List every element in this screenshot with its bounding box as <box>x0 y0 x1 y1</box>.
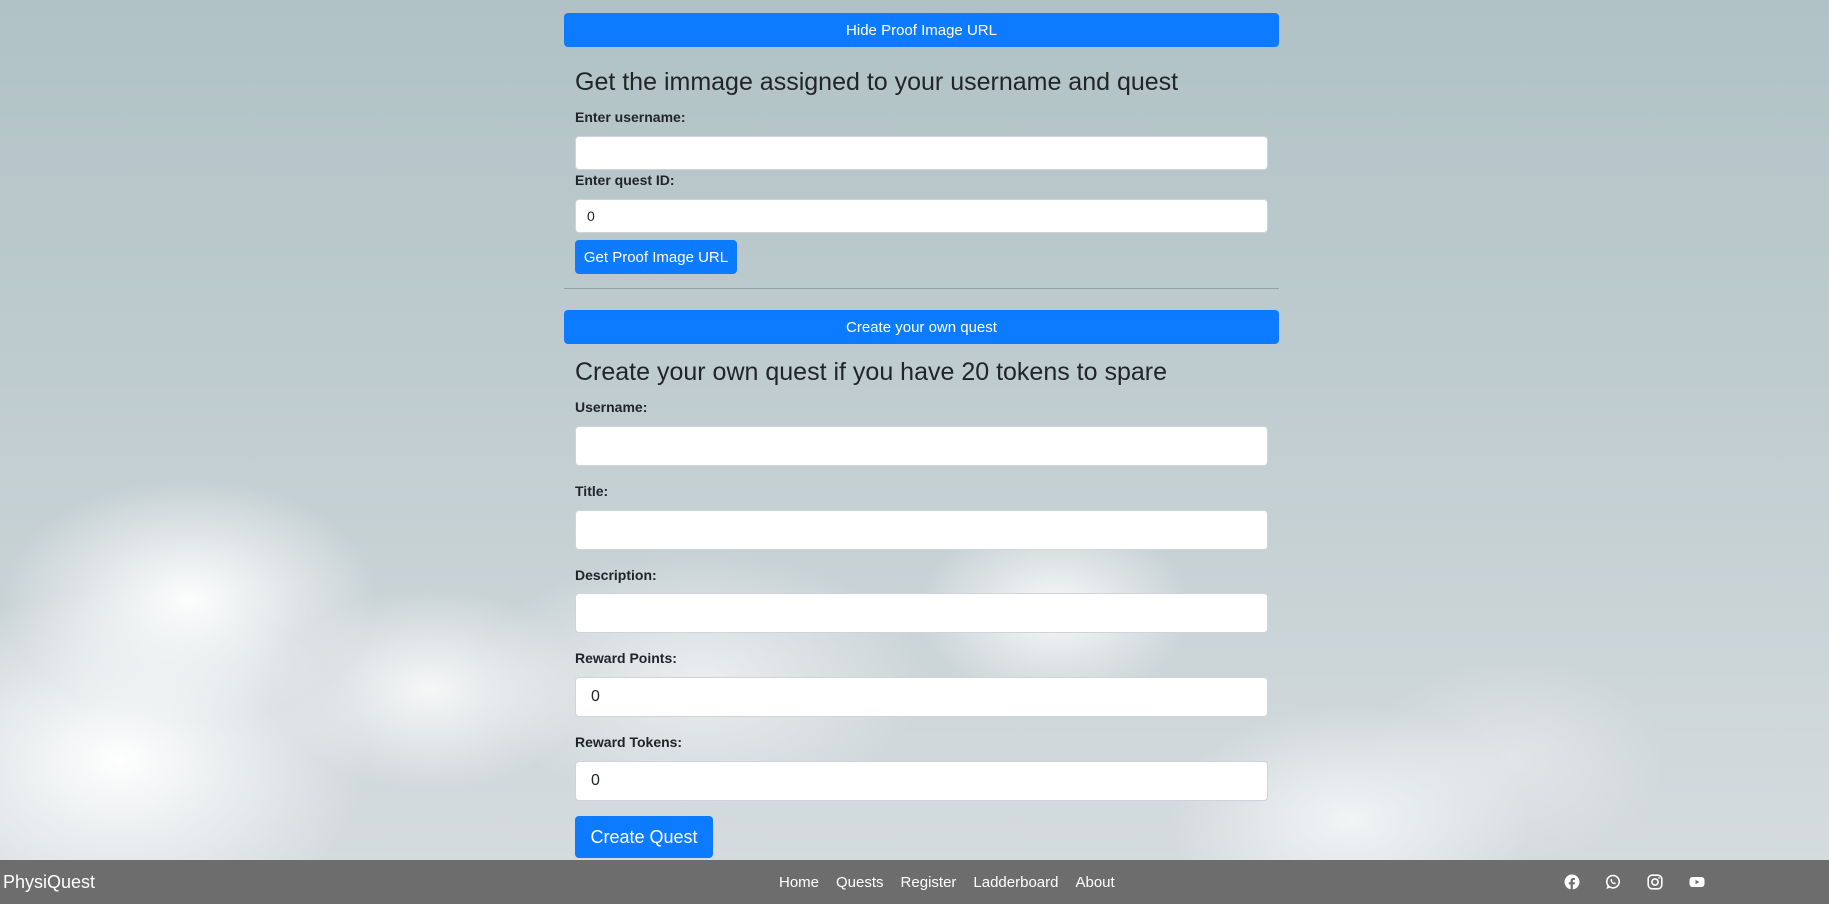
reward-tokens-input[interactable] <box>575 761 1268 801</box>
footer-link-ladderboard[interactable]: Ladderboard <box>973 874 1058 891</box>
footer-link-about[interactable]: About <box>1075 874 1114 891</box>
youtube-icon[interactable] <box>1685 860 1709 904</box>
facebook-icon[interactable] <box>1560 860 1584 904</box>
brand-logo-link[interactable]: PhysiQuest <box>3 860 95 904</box>
get-proof-image-url-button[interactable]: Get Proof Image URL <box>575 240 737 274</box>
reward-points-input[interactable] <box>575 677 1268 717</box>
reward-points-label: Reward Points: <box>575 650 677 666</box>
description-label: Description: <box>575 567 657 583</box>
create-your-own-quest-button[interactable]: Create your own quest <box>564 310 1279 344</box>
footer-link-quests[interactable]: Quests <box>836 874 884 891</box>
footer-link-register[interactable]: Register <box>901 874 957 891</box>
main-content: Hide Proof Image URL Get the immage assi… <box>564 0 1279 860</box>
proof-username-input[interactable] <box>575 136 1268 170</box>
proof-section-title: Get the immage assigned to your username… <box>575 68 1179 96</box>
username-label: Username: <box>575 399 648 415</box>
footer-link-home[interactable]: Home <box>779 874 819 891</box>
hide-proof-image-url-button[interactable]: Hide Proof Image URL <box>564 13 1279 47</box>
enter-username-label: Enter username: <box>575 109 686 125</box>
footer-nav: Home Quests Register Ladderboard About <box>779 860 1132 904</box>
instagram-icon[interactable] <box>1643 860 1667 904</box>
reward-tokens-label: Reward Tokens: <box>575 734 683 750</box>
footer: PhysiQuest Home Quests Register Ladderbo… <box>0 860 1829 904</box>
whatsapp-icon[interactable] <box>1601 860 1625 904</box>
title-input[interactable] <box>575 510 1268 550</box>
section-divider <box>564 288 1279 289</box>
enter-quest-id-label: Enter quest ID: <box>575 172 675 188</box>
create-quest-title: Create your own quest if you have 20 tok… <box>575 358 1168 386</box>
description-input[interactable] <box>575 593 1268 633</box>
create-quest-button[interactable]: Create Quest <box>575 816 713 858</box>
title-label: Title: <box>575 483 609 499</box>
username-input[interactable] <box>575 426 1268 466</box>
quest-id-input[interactable] <box>575 199 1268 233</box>
